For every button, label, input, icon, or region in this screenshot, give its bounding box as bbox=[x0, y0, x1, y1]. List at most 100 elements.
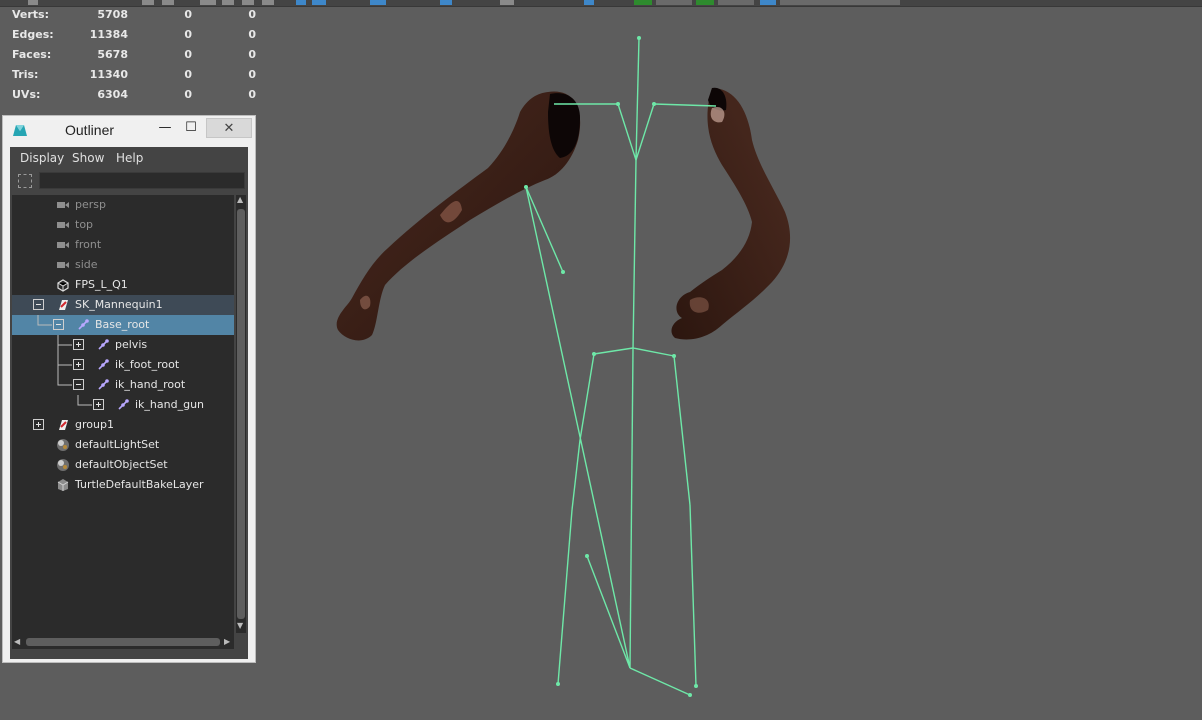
hud-value: 0 bbox=[248, 48, 256, 61]
tree-item-pelvis[interactable]: pelvis bbox=[12, 335, 234, 355]
joint-icon bbox=[98, 359, 109, 370]
poly-count-hud: Verts: 5708 0 0 Edges: 11384 0 0 Faces: … bbox=[0, 8, 262, 108]
joint-icon bbox=[98, 339, 109, 350]
tree-item-label: ik_hand_root bbox=[115, 378, 186, 391]
tree-item-label: top bbox=[75, 218, 94, 231]
hud-value: 0 bbox=[184, 48, 192, 61]
expand-toggle[interactable] bbox=[93, 399, 104, 410]
skeleton-group-icon bbox=[59, 300, 68, 310]
tree-item-ik-hand-root[interactable]: ik_hand_root bbox=[12, 375, 234, 395]
joint-icon bbox=[98, 379, 109, 390]
bake-layer-icon bbox=[57, 479, 69, 491]
tree-item-top[interactable]: top bbox=[12, 215, 234, 235]
menu-help[interactable]: Help bbox=[116, 151, 143, 165]
maximize-button[interactable]: ☐ bbox=[179, 118, 203, 138]
expand-toggle[interactable] bbox=[73, 339, 84, 350]
outliner-title: Outliner bbox=[65, 122, 115, 138]
tree-item-label: ik_foot_root bbox=[115, 358, 180, 371]
minimize-button[interactable]: — bbox=[153, 118, 177, 138]
tree-item-fps-l-q1[interactable]: FPS_L_Q1 bbox=[12, 275, 234, 295]
tree-item-label: FPS_L_Q1 bbox=[75, 278, 128, 291]
outliner-search-row bbox=[10, 169, 248, 193]
hud-row-uvs: UVs: 6304 0 0 bbox=[0, 88, 262, 108]
hud-value: 6304 bbox=[97, 88, 128, 101]
hud-label: Tris: bbox=[12, 68, 39, 81]
outliner-titlebar[interactable]: Outliner — ☐ ✕ bbox=[3, 116, 255, 144]
tree-item-default-light-set[interactable]: defaultLightSet bbox=[12, 435, 234, 455]
camera-icon bbox=[57, 242, 69, 248]
tree-item-default-object-set[interactable]: defaultObjectSet bbox=[12, 455, 234, 475]
hud-row-verts: Verts: 5708 0 0 bbox=[0, 8, 262, 28]
tree-item-front[interactable]: front bbox=[12, 235, 234, 255]
filter-icon[interactable] bbox=[18, 174, 32, 188]
tree-item-base-root[interactable]: Base_root bbox=[12, 315, 234, 335]
hud-label: Verts: bbox=[12, 8, 50, 21]
outliner-search-input[interactable] bbox=[39, 172, 245, 189]
tree-item-label: side bbox=[75, 258, 98, 271]
tree-connector bbox=[57, 335, 72, 355]
tree-item-label: pelvis bbox=[115, 338, 148, 351]
tree-item-ik-hand-gun[interactable]: ik_hand_gun bbox=[12, 395, 234, 415]
hud-value: 0 bbox=[248, 28, 256, 41]
set-icon bbox=[57, 439, 69, 451]
tree-connector bbox=[77, 395, 92, 406]
joint-icon bbox=[78, 319, 89, 330]
tree-item-sk-mannequin1[interactable]: SK_Mannequin1 bbox=[12, 295, 234, 315]
tree-item-label: TurtleDefaultBakeLayer bbox=[75, 478, 204, 491]
collapse-toggle[interactable] bbox=[33, 299, 44, 310]
tree-item-side[interactable]: side bbox=[12, 255, 234, 275]
tree-item-ik-foot-root[interactable]: ik_foot_root bbox=[12, 355, 234, 375]
tree-connector bbox=[37, 315, 52, 326]
outliner-window: Outliner — ☐ ✕ Display Show Help persp t… bbox=[2, 115, 256, 663]
scroll-down-icon[interactable]: ▼ bbox=[237, 621, 243, 630]
skeleton-group-icon bbox=[59, 420, 68, 430]
hud-value: 0 bbox=[184, 68, 192, 81]
maya-app-icon bbox=[13, 125, 27, 136]
camera-icon bbox=[57, 202, 69, 208]
tree-item-label: ik_hand_gun bbox=[135, 398, 205, 411]
hud-row-edges: Edges: 11384 0 0 bbox=[0, 28, 262, 48]
hud-value: 11340 bbox=[89, 68, 128, 81]
hud-value: 0 bbox=[184, 28, 192, 41]
scroll-left-icon[interactable]: ◀ bbox=[14, 637, 20, 646]
scroll-right-icon[interactable]: ▶ bbox=[224, 637, 230, 646]
tree-item-label: group1 bbox=[75, 418, 114, 431]
hud-label: Faces: bbox=[12, 48, 52, 61]
tree-item-label: SK_Mannequin1 bbox=[75, 298, 163, 311]
tree-item-label: defaultLightSet bbox=[75, 438, 160, 451]
collapse-toggle[interactable] bbox=[73, 379, 84, 390]
vertical-scrollbar[interactable]: ▲ ▼ bbox=[236, 195, 246, 633]
vertical-scroll-thumb[interactable] bbox=[237, 209, 245, 619]
tree-connector bbox=[57, 355, 72, 375]
horizontal-scrollbar[interactable]: ◀ ▶ bbox=[12, 635, 234, 649]
tree-item-group1[interactable]: group1 bbox=[12, 415, 234, 435]
tree-item-label: persp bbox=[75, 198, 106, 211]
left-arm-mesh[interactable] bbox=[336, 91, 581, 341]
hud-value: 0 bbox=[184, 88, 192, 101]
hud-label: UVs: bbox=[12, 88, 41, 101]
tree-item-persp[interactable]: persp bbox=[12, 195, 234, 215]
expand-toggle[interactable] bbox=[33, 419, 44, 430]
expand-toggle[interactable] bbox=[73, 359, 84, 370]
tree-item-turtle-default-bake-layer[interactable]: TurtleDefaultBakeLayer bbox=[12, 475, 234, 495]
scroll-up-icon[interactable]: ▲ bbox=[237, 195, 243, 204]
outliner-client: Display Show Help persp top front side F… bbox=[10, 147, 248, 659]
close-button[interactable]: ✕ bbox=[206, 118, 252, 138]
hud-value: 5708 bbox=[97, 8, 128, 21]
collapse-toggle[interactable] bbox=[53, 319, 64, 330]
menu-display[interactable]: Display bbox=[20, 151, 64, 165]
joint-icon bbox=[118, 399, 129, 410]
camera-icon bbox=[57, 262, 69, 268]
hud-value: 11384 bbox=[89, 28, 128, 41]
mesh-icon bbox=[57, 279, 69, 292]
hud-row-tris: Tris: 11340 0 0 bbox=[0, 68, 262, 88]
horizontal-scroll-thumb[interactable] bbox=[26, 638, 220, 646]
hud-row-faces: Faces: 5678 0 0 bbox=[0, 48, 262, 68]
tree-item-label: Base_root bbox=[95, 318, 150, 331]
hud-label: Edges: bbox=[12, 28, 54, 41]
tree-item-label: front bbox=[75, 238, 102, 251]
right-arm-mesh[interactable] bbox=[671, 87, 791, 340]
hud-value: 0 bbox=[248, 8, 256, 21]
menu-show[interactable]: Show bbox=[72, 151, 104, 165]
hud-value: 0 bbox=[248, 88, 256, 101]
